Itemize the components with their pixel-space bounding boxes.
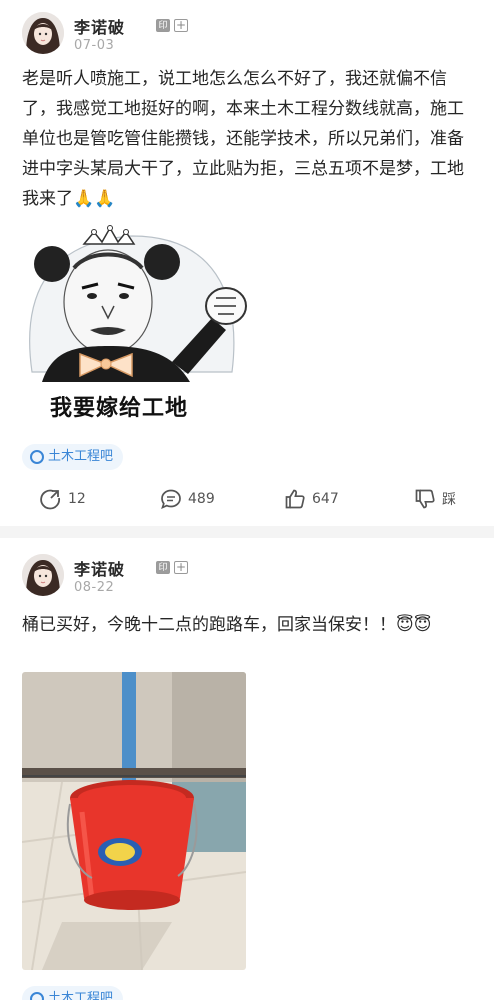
like-button[interactable]: 647 xyxy=(284,488,339,510)
meme-image[interactable]: 我要嫁给工地 xyxy=(22,222,254,440)
post-card[interactable]: 李诺破 印 + 07-03 老是听人喷施工，说工地怎么怎么不好了，我还就偏不信了… xyxy=(0,0,494,538)
post-text: 老是听人喷施工，说工地怎么怎么不好了，我还就偏不信了，我感觉工地挺好的啊，本来土… xyxy=(22,69,464,209)
action-bar: 12 489 647 踩 xyxy=(0,488,494,518)
post-header: 李诺破 印 + 07-03 xyxy=(22,12,462,56)
comment-count: 489 xyxy=(188,491,215,507)
forum-tag[interactable]: 土木工程吧 xyxy=(22,986,124,1000)
post-text: 桶已买好，今晚十二点的跑路车，回家当保安！！😇😇 xyxy=(22,615,432,635)
comment-button[interactable]: 489 xyxy=(160,488,215,510)
share-count: 12 xyxy=(68,491,86,507)
username[interactable]: 李诺破 xyxy=(74,556,125,580)
comment-icon xyxy=(161,489,181,510)
dislike-button[interactable]: 踩 xyxy=(414,488,456,510)
dislike-icon xyxy=(415,489,435,509)
avatar[interactable] xyxy=(22,12,64,54)
forum-tag-label: 土木工程吧 xyxy=(48,449,114,464)
share-icon xyxy=(40,489,60,510)
dislike-label: 踩 xyxy=(442,492,456,508)
member-badge: 印 xyxy=(156,561,170,574)
forum-tag-label: 土木工程吧 xyxy=(48,991,114,1000)
post-header: 李诺破 印 + 08-22 xyxy=(22,554,462,598)
post-divider xyxy=(0,526,494,538)
username[interactable]: 李诺破 xyxy=(74,14,125,38)
follow-badge[interactable]: + xyxy=(174,561,188,574)
bar-icon xyxy=(30,992,44,1000)
post-date: 07-03 xyxy=(74,38,115,53)
forum-tag[interactable]: 土木工程吧 xyxy=(22,444,124,470)
avatar[interactable] xyxy=(22,554,64,596)
bar-icon xyxy=(30,450,44,464)
meme-caption: 我要嫁给工地 xyxy=(50,396,189,421)
like-count: 647 xyxy=(312,491,339,507)
member-badge: 印 xyxy=(156,19,170,32)
meme-illustration xyxy=(29,225,247,382)
bucket-photo[interactable] xyxy=(22,672,246,970)
share-button[interactable]: 12 xyxy=(40,488,86,510)
follow-badge[interactable]: + xyxy=(174,19,188,32)
post-date: 08-22 xyxy=(74,580,115,595)
bucket-photo-illustration xyxy=(22,672,246,970)
like-icon xyxy=(285,489,305,509)
post-card[interactable]: 李诺破 印 + 08-22 桶已买好，今晚十二点的跑路车，回家当保安！！😇😇 土… xyxy=(0,538,494,1000)
